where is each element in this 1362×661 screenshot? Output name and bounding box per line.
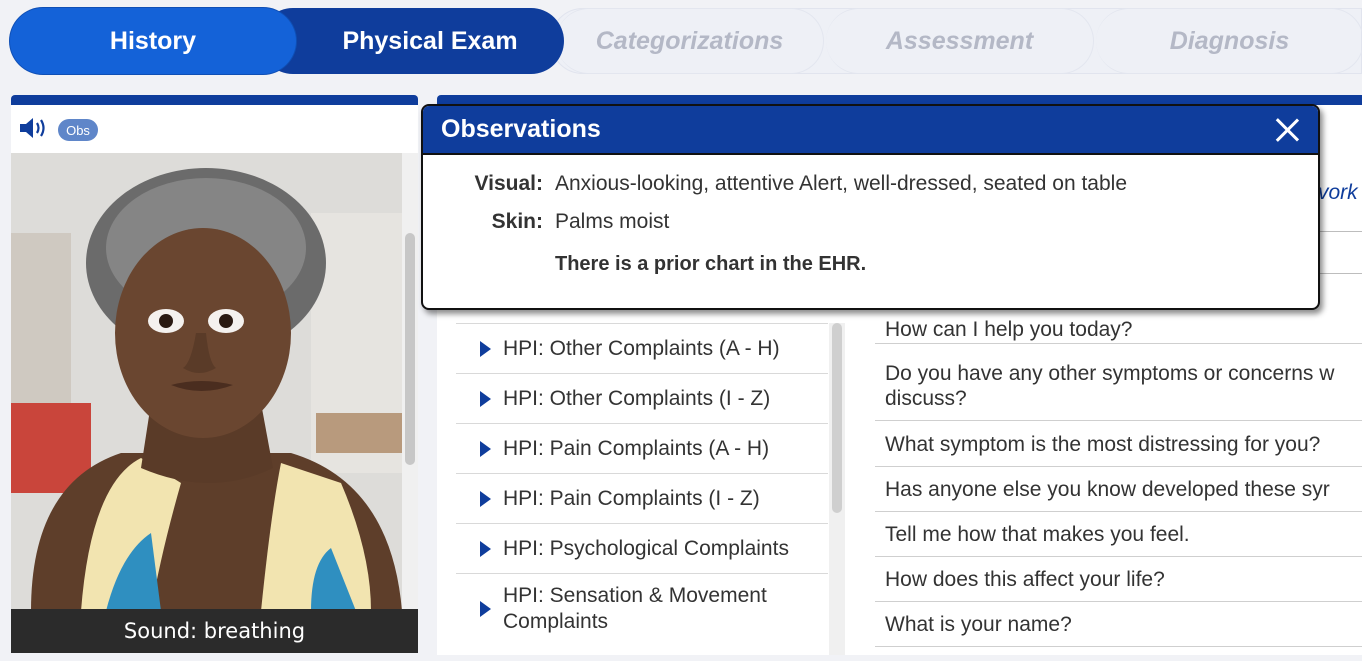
skin-label: Skin: — [491, 210, 543, 233]
category-label: HPI: Other Complaints (A - H) — [503, 336, 780, 360]
question-item[interactable]: What symptom is the most distressing for… — [875, 422, 1362, 467]
patient-scrollbar-thumb[interactable] — [405, 233, 415, 465]
category-item[interactable]: HPI: Other Complaints (A - H) — [456, 323, 828, 373]
category-label: HPI: Pain Complaints (A - H) — [503, 436, 770, 460]
patient-illustration — [11, 153, 402, 611]
question-label: Has anyone else you know developed these… — [885, 478, 1330, 501]
workflow-tabs: History Physical Exam Categorizations As… — [10, 8, 1362, 76]
category-item[interactable]: HPI: Pain Complaints (I - Z) — [456, 473, 828, 523]
question-item[interactable]: How does this affect your life? — [875, 557, 1362, 602]
expand-triangle-icon — [480, 340, 491, 357]
question-item[interactable]: What is your name? — [875, 602, 1362, 647]
tab-diagnosis[interactable]: Diagnosis — [1096, 8, 1362, 74]
close-icon[interactable] — [1274, 117, 1300, 143]
category-item[interactable]: HPI: Psychological Complaints — [456, 523, 828, 573]
category-item[interactable]: HPI: Pain Complaints (A - H) — [456, 423, 828, 473]
popup-title: Observations — [441, 115, 601, 143]
tab-diagnosis-label: Diagnosis — [1169, 26, 1290, 55]
category-item[interactable]: HPI: Sensation & Movement Complaints — [456, 573, 828, 643]
patient-image — [11, 153, 402, 611]
sound-caption: Sound: breathing — [11, 609, 418, 653]
tab-categorizations-label: Categorizations — [595, 26, 784, 55]
expand-triangle-icon — [480, 600, 491, 617]
category-label: HPI: Sensation & Movement Complaints — [503, 583, 767, 633]
question-item[interactable]: Has anyone else you know developed these… — [875, 467, 1362, 512]
question-label: How can I help you today? — [885, 318, 1133, 341]
tab-history[interactable]: History — [10, 8, 296, 74]
prior-chart-note: There is a prior chart in the EHR. — [555, 253, 867, 275]
question-label: Tell me how that makes you feel. — [885, 523, 1190, 546]
expand-triangle-icon — [480, 540, 491, 557]
observations-popup: Observations Visual: Anxious-looking, at… — [421, 104, 1320, 310]
expand-triangle-icon — [480, 440, 491, 457]
category-list: HPI: Other Complaints (A - H) HPI: Other… — [456, 323, 828, 643]
tab-assessment-label: Assessment — [885, 26, 1034, 55]
question-label: What symptom is the most distressing for… — [885, 433, 1321, 456]
tab-physical-exam-label: Physical Exam — [342, 26, 518, 55]
category-label: HPI: Psychological Complaints — [503, 536, 789, 560]
tab-physical-exam[interactable]: Physical Exam — [260, 8, 564, 74]
patient-panel: Obs Sound: breathing — [11, 95, 418, 653]
question-label: Do you have any other symptoms or concer… — [885, 362, 1335, 410]
tab-categorizations[interactable]: Categorizations — [556, 8, 824, 74]
popup-header: Observations — [423, 106, 1318, 155]
expand-triangle-icon — [480, 390, 491, 407]
category-label: HPI: Pain Complaints (I - Z) — [503, 486, 760, 510]
visual-value: Anxious-looking, attentive Alert, well-d… — [555, 172, 1127, 195]
skin-value: Palms moist — [555, 210, 670, 233]
category-scrollbar[interactable] — [829, 323, 845, 655]
question-item[interactable]: Tell me how that makes you feel. — [875, 512, 1362, 557]
category-label: HPI: Other Complaints (I - Z) — [503, 386, 771, 410]
expand-triangle-icon — [480, 490, 491, 507]
tab-assessment[interactable]: Assessment — [826, 8, 1094, 74]
speaker-icon[interactable] — [18, 115, 50, 141]
observations-button[interactable]: Obs — [58, 119, 98, 141]
question-item[interactable]: How can I help you today? — [875, 306, 1362, 344]
category-item[interactable]: HPI: Other Complaints (I - Z) — [456, 373, 828, 423]
question-label: What is your name? — [885, 613, 1072, 636]
patient-scrollbar[interactable] — [402, 153, 418, 611]
visual-label: Visual: — [474, 172, 543, 195]
patient-toolbar: Obs — [11, 105, 418, 155]
partial-link-text[interactable]: vork — [1318, 181, 1358, 205]
question-item[interactable]: Do you have any other symptoms or concer… — [875, 353, 1362, 421]
tab-history-label: History — [109, 26, 197, 55]
category-scrollbar-thumb[interactable] — [832, 323, 842, 513]
question-label: How does this affect your life? — [885, 568, 1165, 591]
